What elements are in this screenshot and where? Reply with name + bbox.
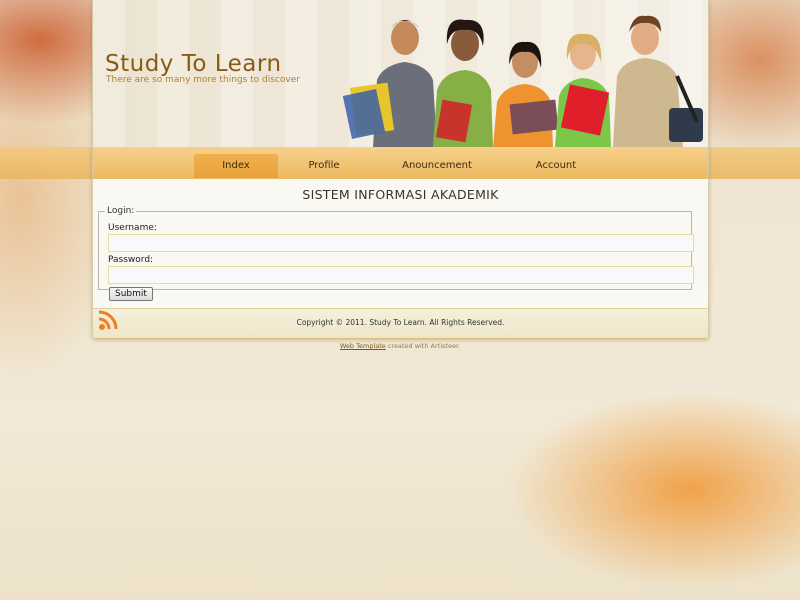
- submit-button[interactable]: Submit: [109, 287, 153, 301]
- password-input[interactable]: [108, 266, 694, 284]
- main-nav: Index Profile Anouncement Account: [93, 147, 708, 179]
- username-label: Username:: [108, 223, 157, 233]
- students-photo: [342, 15, 703, 147]
- site-footer: Copyright © 2011. Study To Learn. All Ri…: [93, 308, 708, 338]
- student-figure: [613, 15, 703, 147]
- main-content: SISTEM INFORMASI AKADEMIK Login: Usernam…: [93, 179, 708, 308]
- site-slogan: There are so many more things to discove…: [106, 75, 300, 85]
- username-input[interactable]: [108, 234, 694, 252]
- web-template-link[interactable]: Web Template: [340, 342, 386, 350]
- site-title: Study To Learn: [105, 51, 282, 77]
- credit-suffix: created with Artisteer.: [385, 342, 461, 350]
- nav-item-profile[interactable]: Profile: [289, 154, 359, 178]
- login-legend: Login:: [107, 206, 135, 216]
- student-figure: [555, 33, 611, 147]
- site-header: Study To Learn There are so many more th…: [93, 0, 708, 147]
- student-figure: [493, 41, 559, 147]
- nav-item-account[interactable]: Account: [519, 154, 593, 178]
- student-figure: [342, 20, 437, 147]
- nav-item-anouncement[interactable]: Anouncement: [385, 154, 489, 178]
- copyright-text: Copyright © 2011. Study To Learn. All Ri…: [296, 318, 505, 327]
- login-form: Login: Username: Password: Submit: [98, 206, 694, 301]
- nav-item-index[interactable]: Index: [194, 154, 278, 178]
- password-label: Password:: [108, 255, 154, 265]
- page-sheet: Study To Learn There are so many more th…: [92, 0, 709, 339]
- template-credit: Web Template created with Artisteer.: [0, 342, 800, 350]
- student-figure: [433, 19, 493, 147]
- page-title: SISTEM INFORMASI AKADEMIK: [302, 187, 499, 202]
